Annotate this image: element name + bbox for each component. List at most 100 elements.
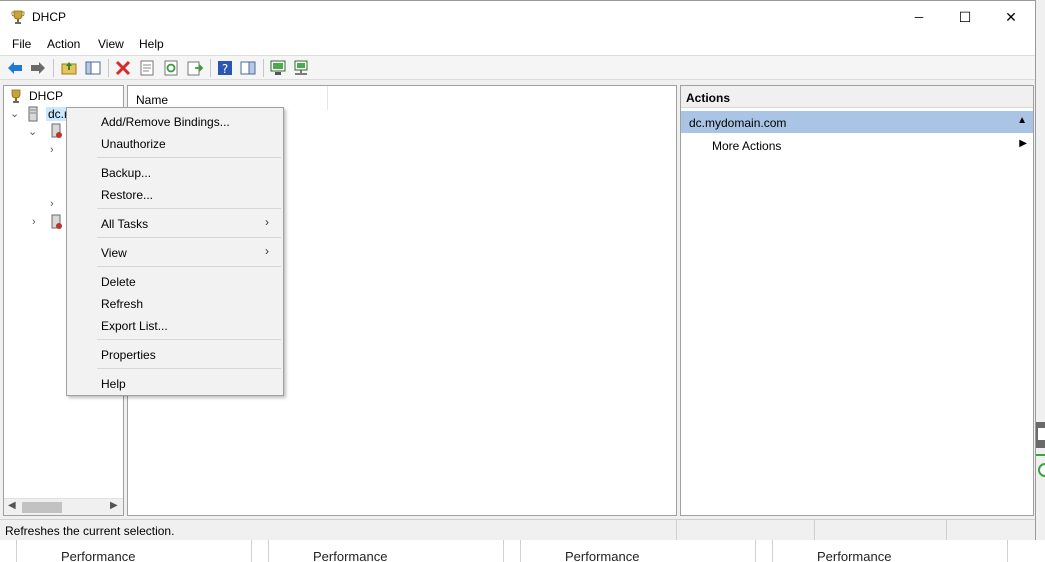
delete-icon[interactable] (114, 59, 132, 77)
menu-separator (97, 339, 281, 340)
status-divider (814, 520, 815, 540)
cm-restore[interactable]: Restore... (67, 183, 283, 205)
background-widget-icon (1036, 422, 1045, 477)
status-divider (946, 520, 947, 540)
collapsed-caret-icon[interactable]: › (50, 198, 54, 210)
ipv4-node-icon[interactable] (48, 123, 64, 139)
status-divider (676, 520, 677, 540)
menu-separator (97, 266, 281, 267)
cm-export-list[interactable]: Export List... (67, 314, 283, 336)
collapse-up-icon[interactable]: ▲ (1017, 115, 1027, 126)
actions-section-label: dc.mydomain.com (689, 116, 787, 130)
menu-file[interactable]: File (12, 37, 31, 51)
performance-tile[interactable]: Performance (520, 540, 756, 562)
collapsed-caret-icon[interactable]: › (50, 144, 54, 156)
menu-action[interactable]: Action (47, 37, 80, 51)
menu-view[interactable]: View (98, 37, 124, 51)
expand-caret-icon[interactable]: ⌄ (10, 107, 19, 120)
menu-help[interactable]: Help (139, 37, 164, 51)
cm-backup[interactable]: Backup... (67, 161, 283, 183)
toolbar: ? (0, 55, 1035, 80)
cm-delete[interactable]: Delete (67, 270, 283, 292)
actions-title: Actions (686, 91, 731, 105)
actions-pane: Actions dc.mydomain.com ▲ More Actions ▶ (680, 85, 1034, 516)
refresh-icon[interactable] (162, 59, 180, 77)
performance-tile[interactable]: Performance (772, 540, 1008, 562)
close-button[interactable]: ✕ (988, 1, 1034, 33)
menu-separator (97, 368, 281, 369)
up-folder-icon[interactable] (60, 59, 78, 77)
dhcp-trophy-icon (11, 10, 25, 24)
cm-refresh[interactable]: Refresh (67, 292, 283, 314)
maximize-button[interactable]: ☐ (942, 1, 988, 33)
dhcp-trophy-icon (11, 89, 21, 103)
server-network-icon[interactable] (292, 59, 310, 77)
submenu-arrow-icon[interactable]: ▶ (1019, 138, 1027, 149)
tree-server-node[interactable]: dc.r (26, 105, 71, 123)
cm-label: All Tasks (101, 217, 149, 231)
cm-label: Restore... (101, 188, 154, 202)
background-window-edge (1036, 420, 1045, 490)
window-title: DHCP (32, 10, 67, 24)
export-list-icon[interactable] (186, 59, 204, 77)
column-name-label: Name (136, 93, 169, 107)
actions-header: Actions (681, 86, 1033, 108)
tree-root-dhcp[interactable]: DHCP (8, 87, 63, 105)
scroll-right-icon[interactable]: ▶ (110, 500, 118, 511)
maximize-icon: ☐ (958, 8, 972, 25)
submenu-arrow-icon: › (265, 215, 269, 229)
performance-label: Performance (565, 549, 640, 562)
cm-label: Backup... (101, 166, 152, 180)
performance-label: Performance (817, 549, 892, 562)
cm-label: Help (101, 377, 126, 391)
minimize-button[interactable]: ─ (896, 1, 942, 33)
scroll-left-icon[interactable]: ◀ (8, 500, 16, 511)
horizontal-scrollbar[interactable]: ◀ ▶ (4, 498, 123, 515)
server-icon (28, 106, 38, 122)
cm-label: Delete (101, 275, 136, 289)
cm-add-remove-bindings[interactable]: Add/Remove Bindings... (67, 110, 283, 132)
cm-label: Properties (101, 348, 156, 362)
minimize-icon: ─ (914, 10, 924, 24)
cm-label: Add/Remove Bindings... (101, 115, 230, 129)
cm-unauthorize[interactable]: Unauthorize (67, 132, 283, 154)
show-action-pane-icon[interactable] (239, 59, 257, 77)
help-icon[interactable]: ? (216, 59, 234, 77)
toolbar-separator (210, 59, 211, 77)
status-bar: Refreshes the current selection. (0, 519, 1035, 540)
cm-label: Export List... (101, 319, 168, 333)
toolbar-separator (53, 59, 54, 77)
cm-label: Unauthorize (101, 137, 166, 151)
close-icon: ✕ (1005, 8, 1017, 25)
expand-caret-icon[interactable]: ⌄ (28, 125, 37, 138)
submenu-arrow-icon: › (265, 244, 269, 258)
menu-separator (97, 208, 281, 209)
toolbar-separator (263, 59, 264, 77)
background-performance-strip: Performance Performance Performance Perf… (0, 540, 1045, 562)
cm-label: View (101, 246, 127, 260)
performance-tile[interactable]: Performance (16, 540, 252, 562)
menu-bar: File Action View Help (0, 33, 1035, 55)
performance-label: Performance (61, 549, 136, 562)
ipv6-node-icon[interactable] (48, 214, 64, 230)
title-bar: DHCP ─ ☐ ✕ (0, 1, 1035, 33)
svg-text:?: ? (222, 62, 228, 76)
tree-root-label: DHCP (29, 89, 64, 103)
menu-separator (97, 237, 281, 238)
performance-tile[interactable]: Performance (268, 540, 504, 562)
properties-icon[interactable] (138, 59, 156, 77)
status-text: Refreshes the current selection. (5, 524, 175, 538)
cm-view[interactable]: View › (67, 241, 283, 263)
cm-properties[interactable]: Properties (67, 343, 283, 365)
scroll-thumb[interactable] (22, 502, 62, 513)
back-arrow-icon[interactable] (6, 59, 24, 77)
menu-separator (97, 157, 281, 158)
actions-section-server[interactable]: dc.mydomain.com ▲ (681, 111, 1033, 133)
collapsed-caret-icon[interactable]: › (32, 216, 36, 228)
cm-help[interactable]: Help (67, 372, 283, 394)
show-hide-tree-icon[interactable] (84, 59, 102, 77)
server-monitor-icon[interactable] (269, 59, 287, 77)
cm-all-tasks[interactable]: All Tasks › (67, 212, 283, 234)
more-actions-item[interactable]: More Actions (712, 139, 781, 153)
forward-arrow-icon[interactable] (29, 59, 47, 77)
